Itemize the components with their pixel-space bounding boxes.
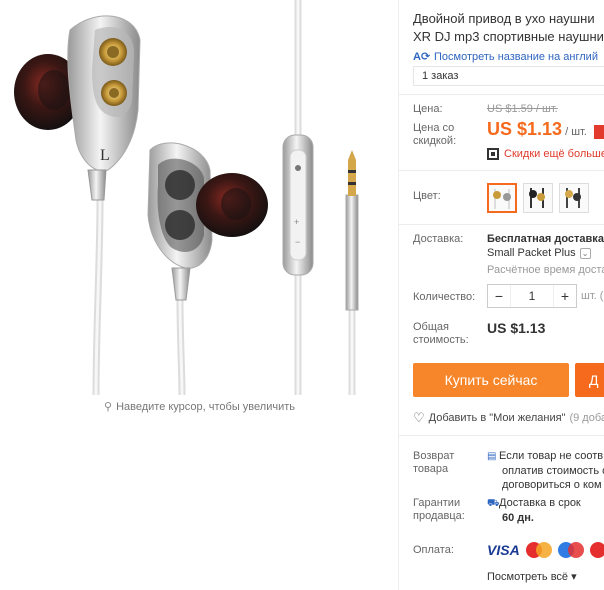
product-info-panel: Двойной привод в ухо наушни XR DJ mp3 сп… (398, 0, 604, 590)
color-option-3[interactable] (559, 183, 589, 213)
product-title-line-2: XR DJ mp3 спортивные наушни (413, 29, 604, 44)
zoom-hint: ⚲ Наведите курсор, чтобы увеличить (104, 400, 295, 414)
shipping-estimate: Расчётное время доста (487, 264, 604, 276)
new-price: US $1.13 (487, 119, 563, 139)
product-image-gallery[interactable]: L + − ⚲ Наведите курсор, чтобы увеличить (0, 0, 400, 420)
search-icon: ⚲ (104, 401, 113, 413)
returns-label: Возврат товара (413, 450, 455, 475)
orders-count: 1 заказ (413, 66, 604, 86)
wishlist-count: (9 доба (569, 412, 604, 424)
total-label: Общая стоимость: (413, 321, 469, 346)
color-options (487, 183, 589, 213)
shipping-label: Доставка: (413, 233, 464, 245)
qr-code-icon (487, 148, 499, 160)
translate-icon: A⟳ (413, 51, 431, 63)
color-option-1[interactable] (487, 183, 517, 213)
color-label: Цвет: (413, 190, 441, 202)
divider (399, 94, 604, 95)
payment-label: Оплата: (413, 544, 454, 556)
svg-text:−: − (295, 237, 300, 247)
divider (399, 224, 604, 225)
quantity-increase-button[interactable]: + (554, 288, 576, 304)
delivery-guarantee: ⛟Доставка в срок 60 дн. (487, 497, 581, 524)
discount-badge (594, 125, 604, 140)
shipping-main: Бесплатная доставка в (487, 233, 604, 245)
discount-price-label: Цена со скидкой: (413, 122, 457, 147)
heart-icon: ♡ (413, 410, 425, 425)
divider (399, 170, 604, 171)
old-price: US $1.59 / шт. (487, 103, 558, 115)
add-to-cart-button[interactable]: Д (575, 363, 604, 397)
discount-price: US $1.13 / шт. (487, 119, 604, 140)
mastercard-logo (525, 542, 552, 558)
shipping-method[interactable]: Small Packet Plus (487, 247, 576, 259)
total-price: US $1.13 (487, 320, 546, 336)
product-title: Двойной привод в ухо наушни XR DJ mp3 сп… (413, 10, 604, 46)
coupon-text[interactable]: Скидки ещё больше (504, 148, 604, 160)
visa-logo: VISA (487, 542, 520, 558)
guarantee-label: Гарантии продавца: (413, 497, 465, 522)
translate-title-link[interactable]: A⟳ Посмотреть название на англий (413, 50, 598, 64)
quantity-input[interactable]: 1 (510, 285, 554, 307)
chevron-down-icon[interactable]: ⌄ (579, 247, 591, 259)
coupon-link[interactable]: Скидки ещё больше (487, 148, 604, 160)
color-option-2[interactable] (523, 183, 553, 213)
product-image[interactable]: L + − (0, 0, 400, 400)
document-icon: ▤ (487, 451, 497, 462)
quantity-label: Количество: (413, 291, 476, 303)
shipping-method-select[interactable]: Small Packet Plus ⌄ (487, 247, 591, 259)
view-all-payment-link[interactable]: Посмотреть всё ▾ (487, 570, 577, 583)
quantity-decrease-button[interactable]: − (488, 288, 510, 304)
quantity-unit: шт. ( (581, 290, 604, 302)
truck-icon: ⛟ (487, 498, 500, 509)
payment-methods: VISA (487, 542, 604, 558)
payment-logo-extra (589, 542, 604, 558)
price-label: Цена: (413, 103, 443, 115)
price-unit: / шт. (565, 126, 587, 138)
product-title-line-1: Двойной привод в ухо наушни (413, 11, 595, 26)
translate-link-text[interactable]: Посмотреть название на англий (434, 51, 598, 63)
buy-now-button[interactable]: Купить сейчас (413, 363, 569, 397)
maestro-logo (557, 542, 584, 558)
add-to-wishlist-link[interactable]: ♡ Добавить в "Мои желания" (9 доба (413, 410, 604, 426)
zoom-hint-text: Наведите курсор, чтобы увеличить (116, 400, 295, 413)
divider (399, 435, 604, 436)
quantity-stepper: − 1 + (487, 284, 577, 308)
returns-policy: ▤ Если товар не соотв оплатив стоимость о… (487, 450, 604, 491)
wishlist-text[interactable]: Добавить в "Мои желания" (429, 412, 566, 424)
svg-text:L: L (100, 147, 110, 164)
svg-text:+: + (294, 217, 299, 227)
